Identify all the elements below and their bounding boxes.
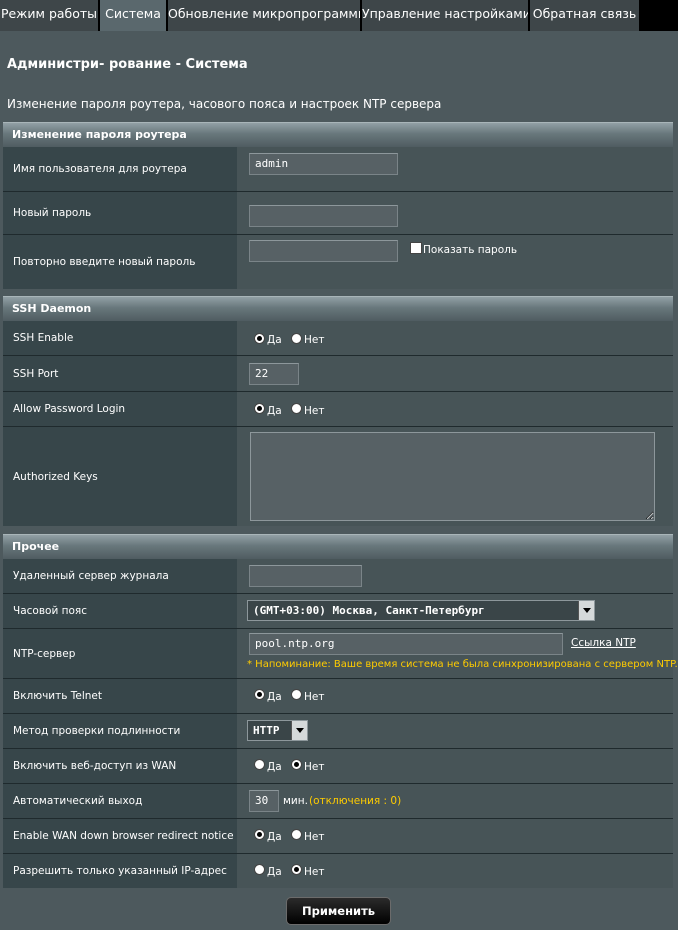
ssh-enable-yes-label: Да	[267, 334, 282, 346]
telnet-no-radio[interactable]	[291, 689, 302, 700]
ip-only-no-radio[interactable]	[291, 864, 302, 875]
timezone-row: Часовой пояс (GMT+03:00) Москва, Санкт-П…	[3, 594, 673, 629]
wan-redirect-yes-label: Да	[267, 831, 282, 843]
ssh-enable-yes-radio[interactable]	[254, 333, 265, 344]
wan-access-yes-label: Да	[267, 761, 282, 773]
telnet-yes-label: Да	[267, 691, 282, 703]
telnet-yes-radio[interactable]	[254, 689, 265, 700]
allow-password-yes-label: Да	[267, 405, 282, 417]
timezone-select[interactable]: (GMT+03:00) Москва, Санкт-Петербург	[247, 600, 595, 621]
show-password-checkbox[interactable]	[410, 242, 422, 254]
tab-firmware-upgrade[interactable]: Обновление микропрограммы	[168, 0, 361, 31]
chevron-down-icon	[291, 721, 307, 740]
allow-password-no-label: Нет	[304, 405, 325, 417]
allow-password-yes-radio[interactable]	[254, 403, 265, 414]
page-title: Администри- рование - Система	[7, 57, 248, 72]
tab-feedback[interactable]: Обратная связь	[530, 0, 640, 31]
auth-method-label: Метод проверки подлинности	[3, 714, 237, 748]
tab-operation-mode[interactable]: Режим работы	[0, 0, 99, 31]
wan-redirect-yes-radio[interactable]	[254, 829, 265, 840]
misc-section: Прочее Удаленный сервер журнала Часовой …	[3, 534, 678, 888]
log-server-label: Удаленный сервер журнала	[3, 559, 237, 593]
ssh-port-input[interactable]: 22	[249, 363, 299, 385]
username-label: Имя пользователя для роутера	[3, 147, 237, 191]
page-description: Изменение пароля роутера, часового пояса…	[7, 97, 442, 111]
tab-bar: Режим работы Система Обновление микропро…	[0, 0, 678, 31]
show-password-label: Показать пароль	[423, 244, 518, 256]
repeat-password-label: Повторно введите новый пароль	[3, 235, 237, 289]
wan-access-no-label: Нет	[304, 761, 325, 773]
log-server-row: Удаленный сервер журнала	[3, 559, 673, 594]
wan-redirect-no-label: Нет	[304, 831, 325, 843]
ssh-enable-row: SSH Enable Да Нет	[3, 321, 673, 356]
timezone-label: Часовой пояс	[3, 594, 237, 628]
auth-method-select[interactable]: HTTP	[247, 720, 308, 741]
password-section-header: Изменение пароля роутера	[3, 122, 673, 147]
authorized-keys-label: Authorized Keys	[3, 427, 237, 526]
telnet-label: Включить Telnet	[3, 679, 237, 713]
ssh-section: SSH Daemon SSH Enable Да Нет SSH Port 22…	[3, 296, 673, 526]
authorized-keys-row: Authorized Keys	[3, 427, 673, 526]
misc-section-header: Прочее	[3, 534, 673, 559]
auto-logout-note: (отключения : 0)	[309, 795, 402, 807]
password-section: Изменение пароля роутера Имя пользовател…	[3, 122, 673, 289]
auth-method-value: HTTP	[253, 724, 280, 737]
allow-password-row: Allow Password Login Да Нет	[3, 392, 673, 427]
telnet-row: Включить Telnet Да Нет	[3, 679, 673, 714]
ssh-enable-no-label: Нет	[304, 334, 325, 346]
new-password-label: Новый пароль	[3, 192, 237, 234]
ip-only-row: Разрешить только указанный IP-адрес Да Н…	[3, 854, 673, 888]
ip-only-label: Разрешить только указанный IP-адрес	[3, 854, 237, 888]
wan-redirect-label: Enable WAN down browser redirect notice	[3, 819, 237, 853]
ip-only-yes-label: Да	[267, 866, 282, 878]
ip-only-no-label: Нет	[304, 866, 325, 878]
apply-button[interactable]: Применить	[286, 897, 391, 925]
ssh-section-header: SSH Daemon	[3, 296, 673, 321]
username-input[interactable]: admin	[249, 153, 398, 175]
wan-access-no-radio[interactable]	[291, 759, 302, 770]
allow-password-no-radio[interactable]	[291, 403, 302, 414]
wan-access-yes-radio[interactable]	[254, 759, 265, 770]
ip-only-yes-radio[interactable]	[254, 864, 265, 875]
ntp-label: NTP-сервер	[3, 629, 237, 678]
tab-system[interactable]: Система	[100, 0, 167, 31]
repeat-password-row: Повторно введите новый пароль Показать п…	[3, 235, 673, 289]
ntp-row: NTP-сервер pool.ntp.org Ссылка NTP * Нап…	[3, 629, 678, 679]
ssh-port-label: SSH Port	[3, 356, 237, 391]
ssh-enable-no-radio[interactable]	[291, 333, 302, 344]
chevron-down-icon	[578, 601, 594, 620]
auto-logout-input[interactable]: 30	[249, 790, 279, 812]
ssh-port-row: SSH Port 22	[3, 356, 673, 392]
wan-redirect-no-radio[interactable]	[291, 829, 302, 840]
tab-settings-management[interactable]: Управление настройками	[362, 0, 529, 31]
allow-password-label: Allow Password Login	[3, 392, 237, 426]
wan-access-label: Включить веб-доступ из WAN	[3, 749, 237, 783]
new-password-input[interactable]	[249, 205, 398, 227]
auto-logout-row: Автоматический выход 30 мин. (отключения…	[3, 784, 673, 819]
repeat-password-input[interactable]	[249, 240, 398, 262]
authorized-keys-textarea[interactable]	[250, 432, 655, 521]
ntp-sync-note: * Напоминание: Ваше время система не был…	[247, 659, 678, 670]
auth-method-row: Метод проверки подлинности HTTP	[3, 714, 673, 749]
ssh-enable-label: SSH Enable	[3, 321, 237, 355]
wan-access-row: Включить веб-доступ из WAN Да Нет	[3, 749, 673, 784]
auto-logout-unit: мин.	[283, 795, 308, 807]
ntp-link[interactable]: Ссылка NTP	[571, 637, 636, 649]
new-password-row: Новый пароль	[3, 192, 673, 235]
log-server-input[interactable]	[249, 565, 362, 587]
auto-logout-label: Автоматический выход	[3, 784, 237, 818]
ntp-input[interactable]: pool.ntp.org	[249, 633, 563, 655]
telnet-no-label: Нет	[304, 691, 325, 703]
username-row: Имя пользователя для роутера admin	[3, 147, 673, 192]
timezone-value: (GMT+03:00) Москва, Санкт-Петербург	[253, 604, 485, 617]
wan-redirect-row: Enable WAN down browser redirect notice …	[3, 819, 673, 854]
